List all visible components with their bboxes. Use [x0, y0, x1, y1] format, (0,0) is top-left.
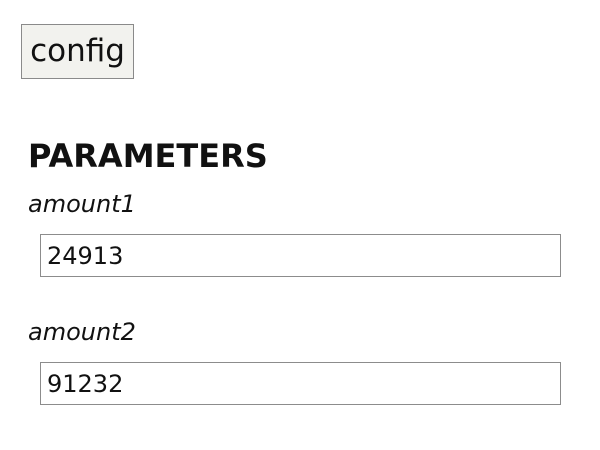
amount2-input[interactable] — [40, 362, 561, 405]
parameters-heading: PARAMETERS — [28, 137, 268, 175]
config-button[interactable]: config — [21, 24, 134, 79]
amount2-label: amount2 — [28, 318, 136, 346]
amount1-input[interactable] — [40, 234, 561, 277]
amount1-label: amount1 — [28, 190, 136, 218]
